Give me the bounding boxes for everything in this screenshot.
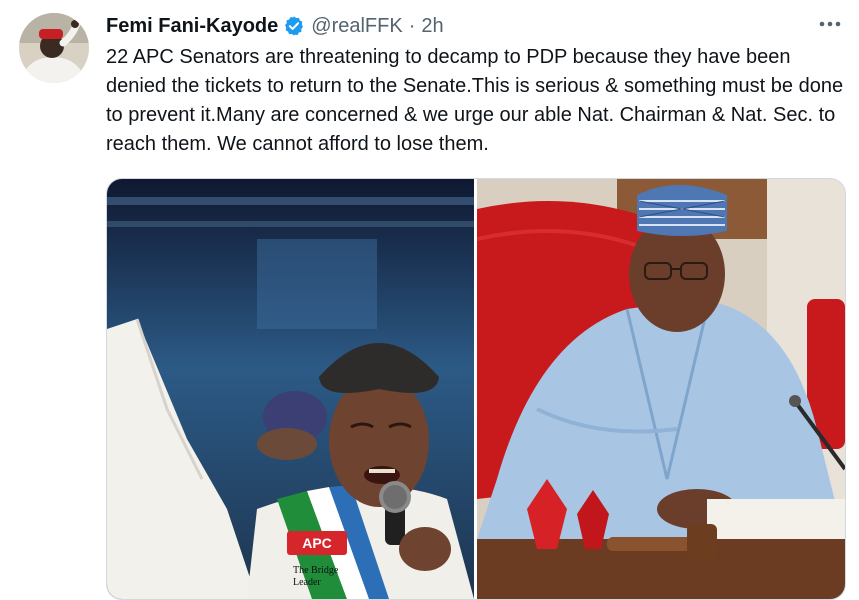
tweet-media: APC The Bridge Leader (106, 178, 846, 600)
tweet-header: Femi Fani-Kayode @realFFK · 2h (106, 12, 444, 40)
more-icon[interactable] (815, 14, 845, 34)
tweet-timestamp[interactable]: 2h (421, 15, 443, 38)
avatar[interactable] (19, 13, 89, 83)
tweet-text: 22 APC Senators are threatening to decam… (106, 46, 849, 155)
author-name[interactable]: Femi Fani-Kayode (106, 15, 278, 38)
author-handle[interactable]: @realFFK (311, 15, 402, 38)
media-photo-right[interactable] (477, 179, 845, 599)
apc-badge-text: APC (302, 535, 332, 551)
avatar-image (19, 13, 89, 83)
verified-badge-icon (283, 15, 305, 37)
media-photo-left[interactable]: APC The Bridge Leader (107, 179, 474, 599)
separator-dot: · (408, 14, 416, 37)
banner-text-line1: The Bridge (293, 565, 339, 576)
banner-text-line2: Leader (293, 577, 321, 588)
